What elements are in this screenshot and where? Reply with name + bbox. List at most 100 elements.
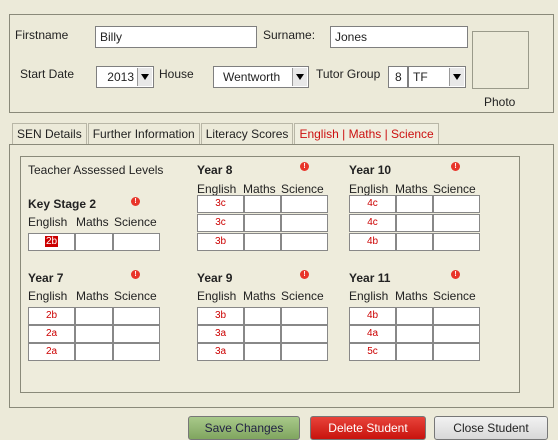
year7-maths-header: Maths: [76, 289, 109, 303]
ks2-english-cell[interactable]: 2b: [28, 233, 75, 251]
year8-title: Year 8: [197, 163, 233, 177]
year10-english-cell[interactable]: 4b: [349, 233, 396, 251]
year9-science-cell[interactable]: [281, 325, 328, 343]
house-value: Wentworth: [223, 70, 281, 84]
year7-english-cell[interactable]: 2a: [28, 325, 75, 343]
year8-science-cell[interactable]: [281, 214, 328, 232]
year7-science-cell[interactable]: [113, 307, 160, 325]
year11-science-cell[interactable]: [433, 325, 480, 343]
year9-english-cell[interactable]: 3a: [197, 343, 244, 361]
info-icon[interactable]: !: [300, 162, 309, 171]
close-student-button[interactable]: Close Student: [434, 416, 548, 440]
info-icon[interactable]: !: [300, 270, 309, 279]
year9-maths-cell[interactable]: [244, 325, 281, 343]
chevron-down-icon[interactable]: [292, 68, 307, 86]
year8-maths-cell[interactable]: [244, 233, 281, 251]
year11-english-cell[interactable]: 5c: [349, 343, 396, 361]
year10-english-header: English: [349, 182, 389, 196]
year10-maths-cell[interactable]: [396, 214, 433, 232]
year10-maths-header: Maths: [395, 182, 428, 196]
year9-maths-cell[interactable]: [244, 307, 281, 325]
student-details-panel: Firstname Billy Surname: Jones Start Dat…: [9, 14, 554, 113]
year7-maths-cell[interactable]: [75, 343, 113, 361]
tab-further-information[interactable]: Further Information: [87, 123, 200, 146]
ks2-english-header: English: [28, 215, 68, 229]
tutor-group-year-field[interactable]: 8: [388, 66, 408, 88]
year11-english-cell[interactable]: 4b: [349, 307, 396, 325]
info-icon[interactable]: !: [131, 197, 140, 206]
start-date-label: Start Date: [20, 67, 75, 81]
year10-maths-cell[interactable]: [396, 233, 433, 251]
firstname-field[interactable]: Billy: [95, 26, 257, 48]
year11-english-header: English: [349, 289, 389, 303]
year7-english-header: English: [28, 289, 68, 303]
start-date-value: 2013: [107, 70, 134, 84]
year11-science-cell[interactable]: [433, 343, 480, 361]
tutor-group-form-select[interactable]: TF: [408, 66, 466, 88]
delete-student-button[interactable]: Delete Student: [310, 416, 426, 440]
house-label: House: [159, 67, 194, 81]
year10-science-cell[interactable]: [433, 195, 480, 213]
year11-science-cell[interactable]: [433, 307, 480, 325]
tab-english-maths-science[interactable]: English | Maths | Science: [294, 123, 439, 146]
year7-title: Year 7: [28, 271, 64, 285]
year8-english-cell[interactable]: 3c: [197, 195, 244, 213]
year11-maths-cell[interactable]: [396, 307, 433, 325]
ks2-science-cell[interactable]: [113, 233, 160, 251]
year7-science-cell[interactable]: [113, 343, 160, 361]
info-icon[interactable]: !: [131, 270, 140, 279]
year8-science-cell[interactable]: [281, 233, 328, 251]
year8-english-cell[interactable]: 3b: [197, 233, 244, 251]
year10-english-cell[interactable]: 4c: [349, 195, 396, 213]
year10-science-cell[interactable]: [433, 214, 480, 232]
teacher-assessed-levels-heading: Teacher Assessed Levels: [28, 163, 164, 177]
year10-science-cell[interactable]: [433, 233, 480, 251]
tutor-group-label: Tutor Group: [316, 67, 381, 81]
year11-science-header: Science: [433, 289, 476, 303]
year9-english-header: English: [197, 289, 237, 303]
ks2-maths-cell[interactable]: [75, 233, 113, 251]
year7-science-cell[interactable]: [113, 325, 160, 343]
year10-title: Year 10: [349, 163, 392, 177]
year7-english-cell[interactable]: 2b: [28, 307, 75, 325]
student-photo[interactable]: [472, 31, 529, 89]
info-icon[interactable]: !: [451, 162, 460, 171]
year10-maths-cell[interactable]: [396, 195, 433, 213]
year11-english-cell[interactable]: 4a: [349, 325, 396, 343]
year9-science-cell[interactable]: [281, 343, 328, 361]
year11-maths-cell[interactable]: [396, 343, 433, 361]
year7-maths-cell[interactable]: [75, 325, 113, 343]
year7-english-cell[interactable]: 2a: [28, 343, 75, 361]
year9-maths-cell[interactable]: [244, 343, 281, 361]
year10-english-cell[interactable]: 4c: [349, 214, 396, 232]
house-select[interactable]: Wentworth: [213, 66, 309, 88]
surname-label: Surname:: [263, 28, 316, 42]
year8-english-cell[interactable]: 3c: [197, 214, 244, 232]
year11-maths-header: Maths: [395, 289, 428, 303]
year11-maths-cell[interactable]: [396, 325, 433, 343]
year9-science-header: Science: [281, 289, 324, 303]
year8-science-cell[interactable]: [281, 195, 328, 213]
assessed-levels-panel: Teacher Assessed Levels Key Stage 2 ! En…: [20, 156, 520, 393]
year7-science-header: Science: [114, 289, 157, 303]
key-stage-2-title: Key Stage 2: [28, 197, 97, 211]
firstname-label: Firstname: [15, 28, 69, 42]
year10-science-header: Science: [433, 182, 476, 196]
chevron-down-icon[interactable]: [137, 68, 152, 86]
save-changes-button[interactable]: Save Changes: [188, 416, 300, 440]
year9-english-cell[interactable]: 3b: [197, 307, 244, 325]
chevron-down-icon[interactable]: [449, 68, 464, 86]
year8-science-header: Science: [281, 182, 324, 196]
surname-field[interactable]: Jones: [330, 26, 468, 48]
year7-maths-cell[interactable]: [75, 307, 113, 325]
year9-science-cell[interactable]: [281, 307, 328, 325]
tab-literacy-scores[interactable]: Literacy Scores: [200, 123, 294, 146]
tab-sen-details[interactable]: SEN Details: [12, 123, 87, 146]
year9-english-cell[interactable]: 3a: [197, 325, 244, 343]
year8-maths-cell[interactable]: [244, 195, 281, 213]
year11-title: Year 11: [349, 271, 391, 285]
tab-bar: SEN Details Further Information Literacy…: [12, 123, 440, 146]
start-date-select[interactable]: 2013: [96, 66, 154, 88]
info-icon[interactable]: !: [451, 270, 460, 279]
year8-maths-cell[interactable]: [244, 214, 281, 232]
